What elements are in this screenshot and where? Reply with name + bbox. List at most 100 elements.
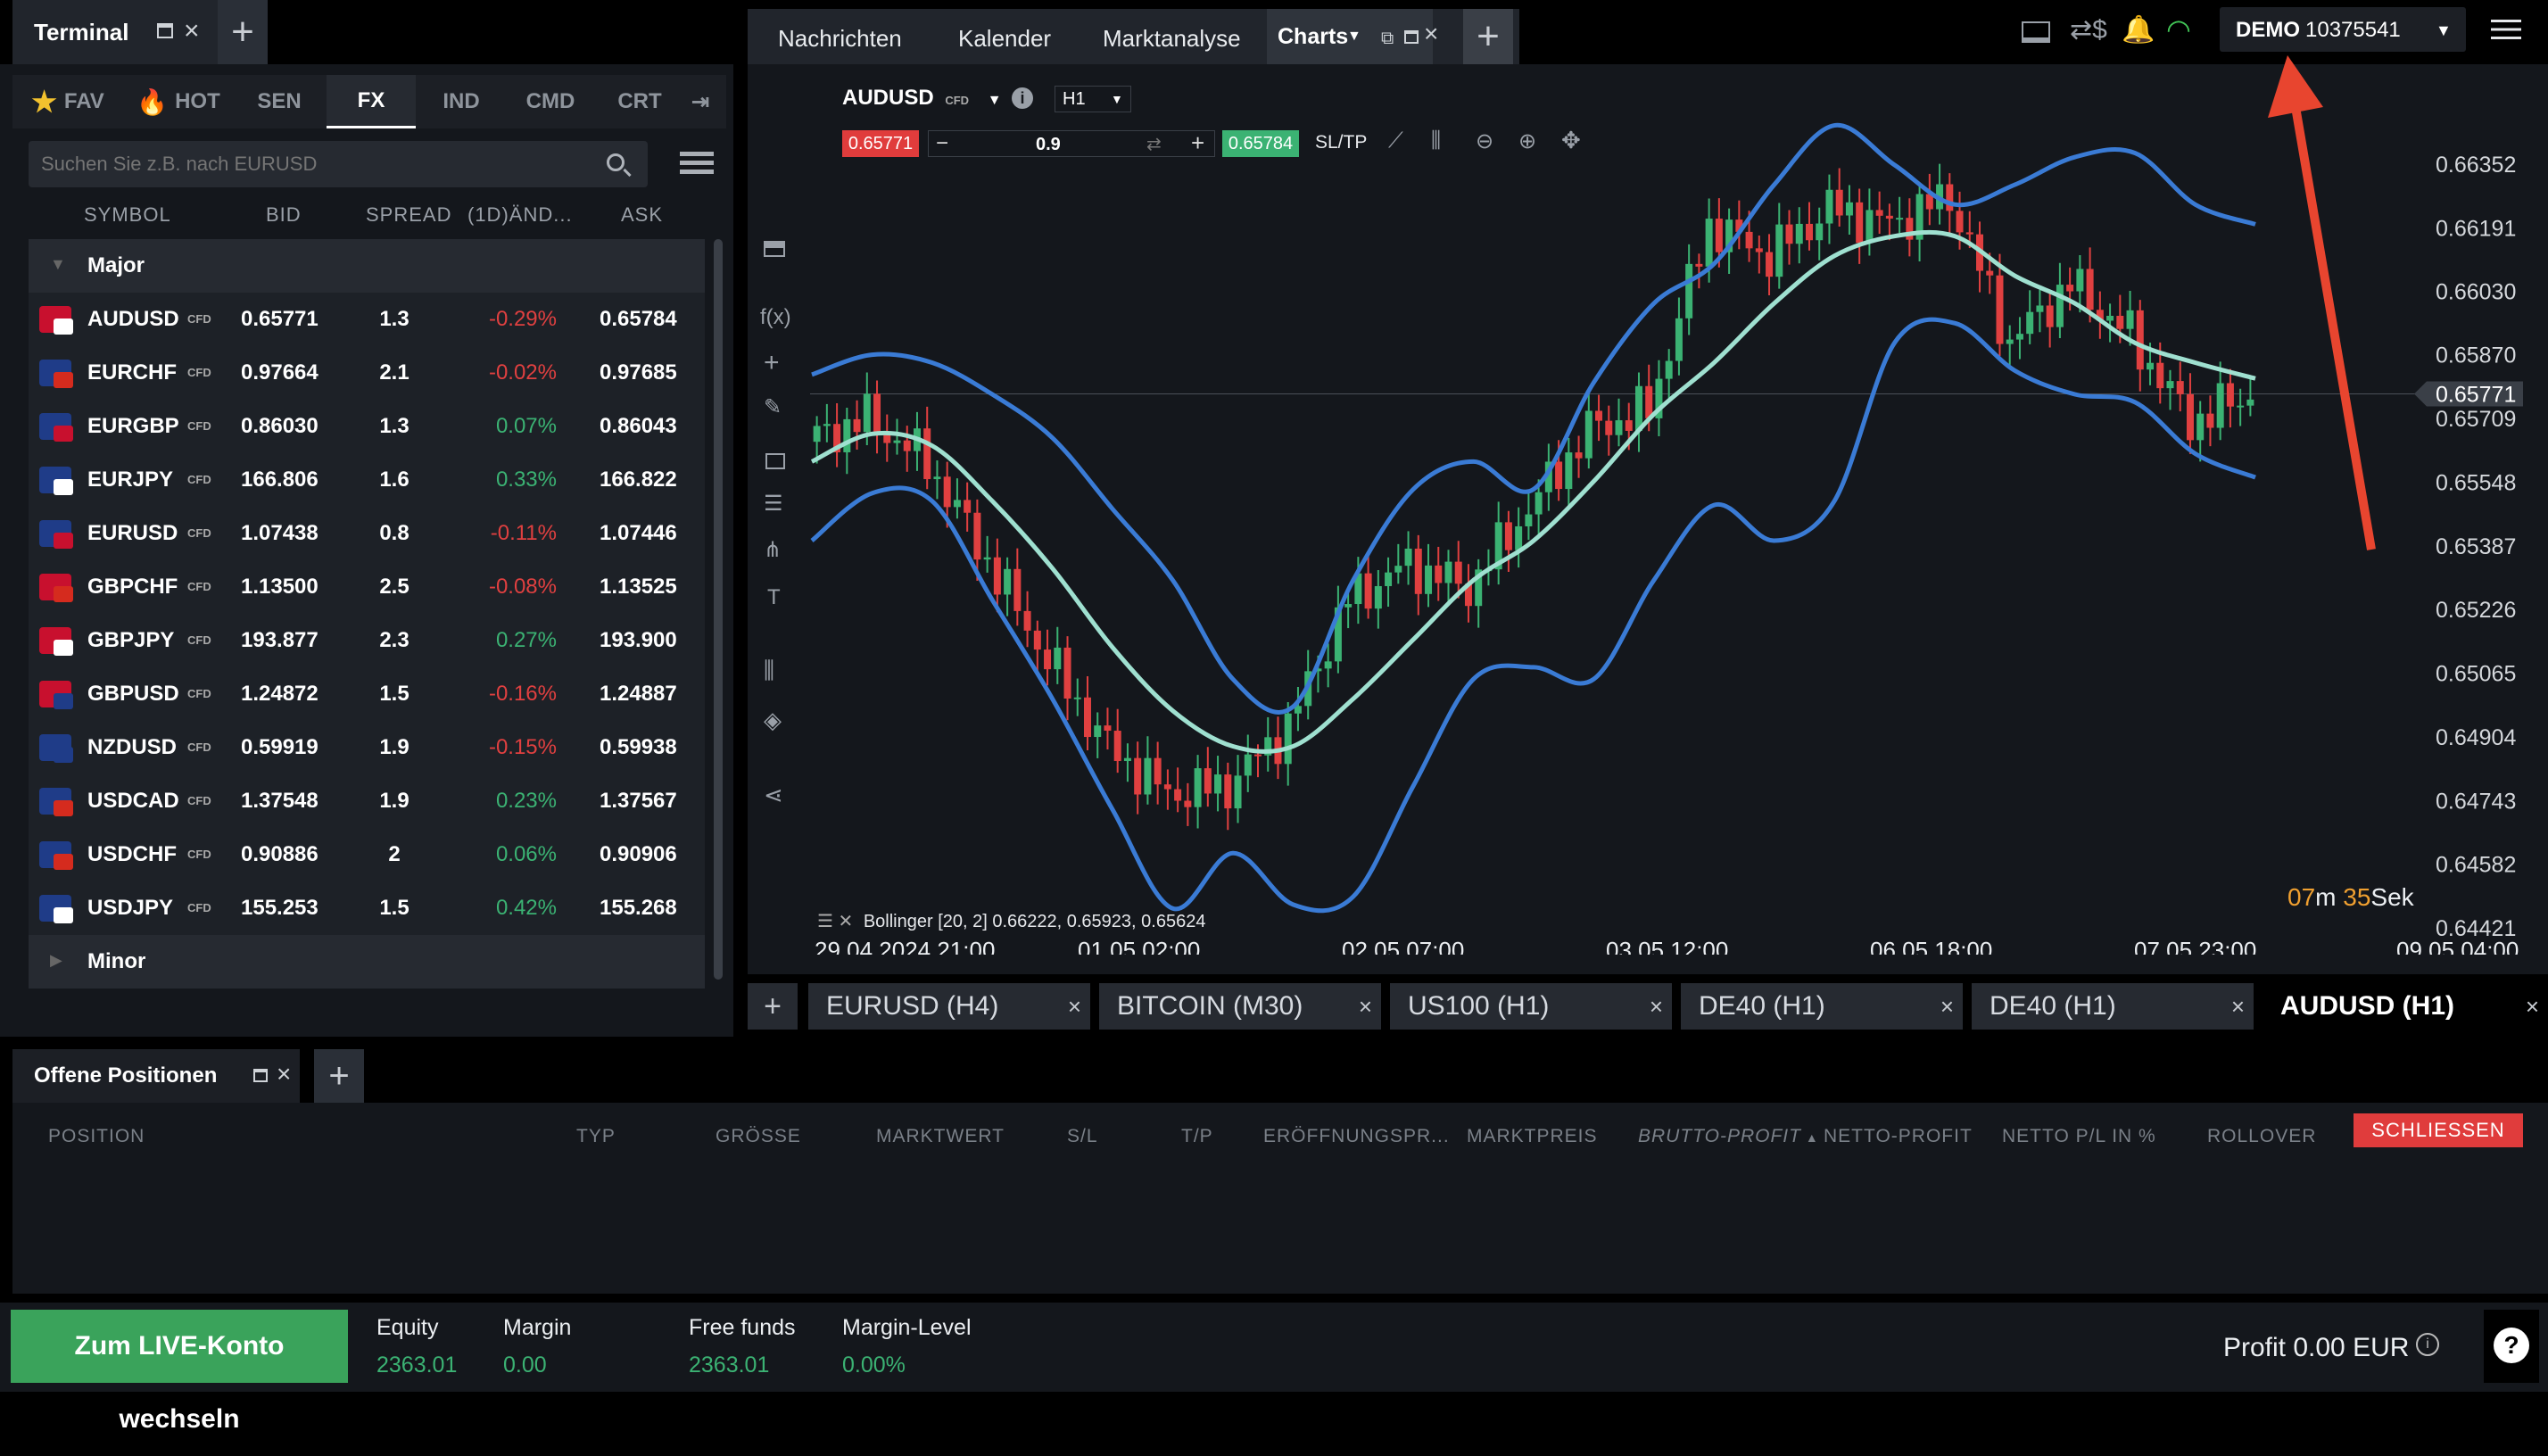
table-row[interactable]: AUDUSD CFD 0.65771 1.3 -0.29% 0.65784 [29,293,705,346]
table-row[interactable]: EURJPY CFD 166.806 1.6 0.33% 166.822 [29,453,705,507]
col-position[interactable]: POSITION [48,1126,145,1147]
indicator-list-icon[interactable]: ☰ ✕ [817,912,853,931]
col-gross-profit[interactable]: BRUTTO-PROFIT ▲ [1638,1126,1819,1147]
category-hot[interactable]: 🔥 HOT [134,75,223,128]
terminal-tab[interactable]: Terminal × [12,0,221,64]
group-major[interactable]: ▼ Major [29,239,705,293]
ask[interactable]: 1.13525 [600,560,677,614]
col-spread[interactable]: SPREAD [366,203,451,227]
search-input[interactable] [41,141,585,187]
tab-marktanalyse[interactable]: Marktanalyse [1103,25,1241,53]
list-scrollbar[interactable] [714,239,723,980]
close-icon[interactable]: × [277,1060,291,1088]
indicators-icon[interactable]: ⫼ [764,657,774,685]
info-icon[interactable]: i [2416,1333,2439,1356]
bid[interactable]: 0.86030 [241,400,318,453]
table-row[interactable]: GBPUSD CFD 1.24872 1.5 -0.16% 1.24887 [29,667,705,721]
col-ask[interactable]: ASK [621,203,663,227]
tab-kalender[interactable]: Kalender [958,25,1051,53]
category-ind[interactable]: IND [423,75,500,128]
layers-icon[interactable]: ◈ [764,707,782,734]
category-crt[interactable]: CRT [601,75,678,128]
table-row[interactable]: EURGBP CFD 0.86030 1.3 0.07% 0.86043 [29,400,705,453]
add-tab-button[interactable]: + [1463,9,1513,64]
col-tp[interactable]: T/P [1181,1126,1213,1147]
col-open-price[interactable]: ERÖFFNUNGSPR... [1263,1126,1450,1147]
chart-tab[interactable]: DE40 (H1) × [1972,983,2254,1030]
switch-live-button[interactable]: Zum LIVE-Konto wechseln [11,1310,348,1434]
col-bid[interactable]: BID [266,203,302,227]
col-rollover[interactable]: ROLLOVER [2207,1126,2316,1147]
pen-icon[interactable]: ✎ [764,394,782,420]
group-minor[interactable]: ▶ Minor [29,935,705,989]
rectangle-select-icon[interactable] [764,241,785,257]
chart-tab[interactable]: US100 (H1) × [1390,983,1672,1030]
col-market-value[interactable]: MARKTWERT [876,1126,1005,1147]
bid[interactable]: 193.877 [241,614,318,667]
chart-tab-active[interactable]: AUDUSD (H1) × [2263,983,2548,1030]
shape-icon[interactable] [765,453,785,469]
bid[interactable]: 1.13500 [241,560,318,614]
bid[interactable]: 1.37548 [241,774,318,828]
scroll-right-icon[interactable]: ⇥ [680,75,721,128]
chart-tab[interactable]: DE40 (H1) × [1681,983,1963,1030]
wifi-icon[interactable]: ◠ [2166,12,2191,46]
menu-icon[interactable] [2491,20,2521,39]
col-market-price[interactable]: MARKTPREIS [1467,1126,1598,1147]
category-fx[interactable]: FX [327,75,416,128]
layout-icon[interactable] [2022,21,2050,43]
pitchfork-icon[interactable]: ⋔ [764,537,782,563]
bid[interactable]: 0.65771 [241,293,318,346]
ask[interactable]: 1.37567 [600,774,677,828]
add-panel-button[interactable]: + [314,1049,364,1103]
share-icon[interactable]: ⋖ [764,782,783,809]
close-icon[interactable]: × [2231,983,2245,1030]
fibonacci-icon[interactable]: ☰ [764,491,783,517]
search-box[interactable] [29,141,648,187]
table-row[interactable]: EURCHF CFD 0.97664 2.1 -0.02% 0.97685 [29,346,705,400]
ask[interactable]: 193.900 [600,614,677,667]
bid[interactable]: 155.253 [241,881,318,935]
category-cmd[interactable]: CMD [512,75,589,128]
bid[interactable]: 1.07438 [241,507,318,560]
ask[interactable]: 1.07446 [600,507,677,560]
list-view-icon[interactable] [680,152,714,177]
chart-tab[interactable]: EURUSD (H4) × [808,983,1090,1030]
bid[interactable]: 166.806 [241,453,318,507]
maximize-icon[interactable] [1404,30,1419,44]
col-size[interactable]: GRÖSSE [716,1126,801,1147]
table-row[interactable]: NZDUSD CFD 0.59919 1.9 -0.15% 0.59938 [29,721,705,774]
ask[interactable]: 0.86043 [600,400,677,453]
ask[interactable]: 166.822 [600,453,677,507]
tab-nachrichten[interactable]: Nachrichten [778,25,902,53]
ask[interactable]: 0.97685 [600,346,677,400]
exchange-icon[interactable]: ⇄$ [2070,14,2107,46]
add-chart-tab[interactable]: + [748,983,798,1030]
ask[interactable]: 0.90906 [600,828,677,881]
bid[interactable]: 0.90886 [241,828,318,881]
col-sl[interactable]: S/L [1067,1126,1098,1147]
col-type[interactable]: TYP [576,1126,616,1147]
help-button[interactable]: ? [2484,1310,2539,1383]
col-net-pl-percent[interactable]: NETTO P/L IN % [2002,1126,2156,1147]
table-row[interactable]: USDCAD CFD 1.37548 1.9 0.23% 1.37567 [29,774,705,828]
close-icon[interactable]: × [2526,983,2539,1030]
table-row[interactable]: EURUSD CFD 1.07438 0.8 -0.11% 1.07446 [29,507,705,560]
crosshair-icon[interactable]: + [764,348,780,378]
table-row[interactable]: GBPJPY CFD 193.877 2.3 0.27% 193.900 [29,614,705,667]
ask[interactable]: 155.268 [600,881,677,935]
search-icon[interactable] [607,153,625,171]
bid[interactable]: 0.97664 [241,346,318,400]
maximize-icon[interactable] [157,23,173,38]
category-sen[interactable]: SEN [241,75,318,128]
table-row[interactable]: USDCHF CFD 0.90886 2 0.06% 0.90906 [29,828,705,881]
close-icon[interactable]: × [1359,983,1372,1030]
close-icon[interactable]: × [1068,983,1081,1030]
ask[interactable]: 0.65784 [600,293,677,346]
col-change[interactable]: (1D)ÄND... [467,203,573,227]
close-icon[interactable]: × [1940,983,1954,1030]
bell-icon[interactable]: 🔔 [2122,14,2155,46]
function-icon[interactable]: f(x) [760,305,791,330]
close-icon[interactable]: × [1650,983,1663,1030]
table-row[interactable]: GBPCHF CFD 1.13500 2.5 -0.08% 1.13525 [29,560,705,614]
